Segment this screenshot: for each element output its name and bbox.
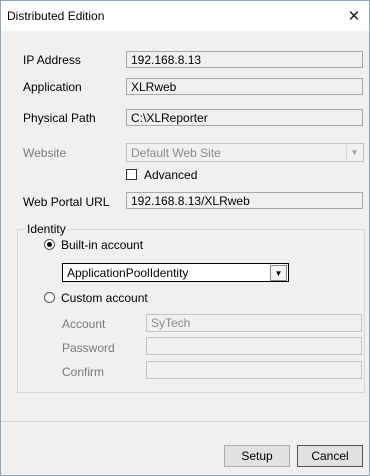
advanced-label: Advanced xyxy=(144,168,198,182)
web-portal-url-label: Web Portal URL xyxy=(23,195,110,209)
application-field[interactable]: XLRweb xyxy=(126,78,363,95)
footer-separator xyxy=(1,421,369,422)
ip-address-label: IP Address xyxy=(23,53,81,67)
website-label: Website xyxy=(23,146,67,160)
window-title: Distributed Edition xyxy=(7,9,105,23)
application-label: Application xyxy=(23,80,82,94)
confirm-label: Confirm xyxy=(62,365,105,379)
advanced-checkbox[interactable] xyxy=(126,169,137,180)
web-portal-url-field[interactable]: 192.168.8.13/XLRweb xyxy=(126,192,363,209)
physical-path-field[interactable]: C:\XLReporter xyxy=(126,109,363,126)
builtin-account-select[interactable]: ApplicationPoolIdentity ▼ xyxy=(62,263,289,282)
title-bar: Distributed Edition ✕ xyxy=(1,1,369,31)
chevron-down-icon: ▼ xyxy=(346,145,362,160)
setup-button[interactable]: Setup xyxy=(224,445,290,467)
close-icon[interactable]: ✕ xyxy=(339,1,369,31)
password-label: Password xyxy=(62,341,115,355)
builtin-account-radio[interactable] xyxy=(44,239,55,250)
builtin-account-select-value: ApplicationPoolIdentity xyxy=(67,266,189,280)
builtin-account-label: Built-in account xyxy=(61,238,144,252)
account-label: Account xyxy=(62,317,106,331)
website-select-value: Default Web Site xyxy=(131,146,221,160)
identity-group-title: Identity xyxy=(25,222,68,236)
account-field[interactable]: SyTech xyxy=(146,314,362,332)
dialog-window: Distributed Edition ✕ IP Address 192.168… xyxy=(0,0,370,476)
chevron-down-icon: ▼ xyxy=(270,265,287,281)
website-select[interactable]: Default Web Site ▼ xyxy=(126,143,364,162)
custom-account-radio[interactable] xyxy=(44,292,55,303)
password-field[interactable] xyxy=(146,337,362,355)
confirm-field[interactable] xyxy=(146,361,362,379)
physical-path-label: Physical Path xyxy=(23,111,96,125)
custom-account-label: Custom account xyxy=(61,291,148,305)
ip-address-field[interactable]: 192.168.8.13 xyxy=(126,51,363,68)
cancel-button[interactable]: Cancel xyxy=(297,445,363,467)
